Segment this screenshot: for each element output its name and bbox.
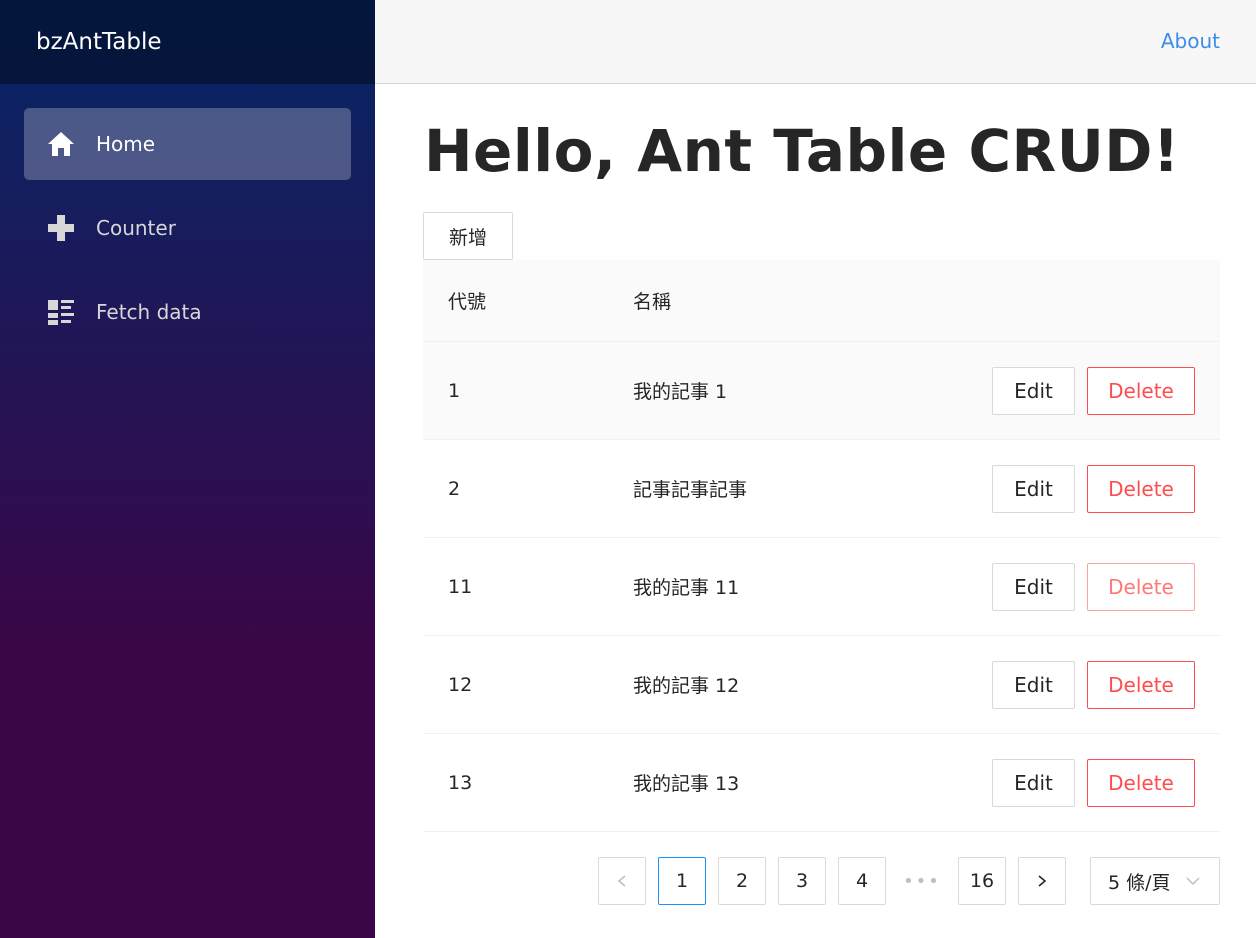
edit-button[interactable]: Edit [992, 366, 1075, 415]
page-button[interactable]: 2 [718, 857, 766, 905]
sidebar: bzAntTable Home Counter Fetch data [0, 0, 375, 938]
brand-title[interactable]: bzAntTable [36, 29, 161, 55]
data-table: 代號 名稱 1 我的記事 1 Edit Delete 2 記事記事記事 Edit… [423, 260, 1220, 832]
next-page-button[interactable] [1018, 857, 1066, 905]
cell-id: 2 [448, 477, 461, 500]
page-button[interactable]: 4 [838, 857, 886, 905]
cell-name: 我的記事 1 [633, 381, 728, 403]
delete-button[interactable]: Delete [1087, 660, 1195, 709]
edit-button[interactable]: Edit [992, 464, 1075, 513]
sidebar-item-fetch-data[interactable]: Fetch data [24, 276, 351, 348]
sidebar-item-label: Home [96, 132, 156, 156]
table-row: 2 記事記事記事 Edit Delete [423, 440, 1220, 538]
page-button[interactable]: 16 [958, 857, 1006, 905]
pagination: 1 2 3 4 ••• 16 5 條/頁 [598, 857, 1220, 905]
table-row: 13 我的記事 13 Edit Delete [423, 734, 1220, 832]
page-ellipsis[interactable]: ••• [898, 857, 946, 905]
column-header-name: 名稱 [633, 291, 672, 313]
cell-name: 我的記事 11 [633, 577, 740, 599]
top-bar: About [375, 0, 1256, 84]
cell-name: 我的記事 13 [633, 773, 740, 795]
page-size-select[interactable]: 5 條/頁 [1090, 857, 1220, 905]
sidebar-item-label: Fetch data [96, 300, 202, 324]
edit-button[interactable]: Edit [992, 758, 1075, 807]
page-button[interactable]: 1 [658, 857, 706, 905]
sidebar-item-home[interactable]: Home [24, 108, 351, 180]
delete-button[interactable]: Delete [1087, 562, 1195, 611]
about-link[interactable]: About [1161, 29, 1220, 53]
cell-id: 11 [448, 575, 473, 598]
chevron-right-icon [1038, 875, 1047, 887]
prev-page-button[interactable] [598, 857, 646, 905]
sidebar-item-label: Counter [96, 216, 176, 240]
main-content: Hello, Ant Table CRUD! 新增 代號 名稱 1 我的記事 1… [375, 84, 1256, 938]
cell-name: 記事記事記事 [633, 479, 748, 501]
brand-bar: bzAntTable [0, 0, 375, 84]
chevron-down-icon [1186, 877, 1200, 886]
chevron-left-icon [617, 875, 626, 887]
column-header-id: 代號 [448, 291, 487, 313]
table-row: 12 我的記事 12 Edit Delete [423, 636, 1220, 734]
cell-id: 13 [448, 771, 473, 794]
table-row: 1 我的記事 1 Edit Delete [423, 342, 1220, 440]
home-icon [46, 129, 76, 159]
page-button[interactable]: 3 [778, 857, 826, 905]
edit-button[interactable]: Edit [992, 660, 1075, 709]
sidebar-item-counter[interactable]: Counter [24, 192, 351, 264]
page-title: Hello, Ant Table CRUD! [424, 117, 1180, 185]
table-header: 代號 名稱 [423, 260, 1220, 342]
delete-button[interactable]: Delete [1087, 758, 1195, 807]
nav-menu: Home Counter Fetch data [0, 84, 375, 348]
plus-icon [46, 213, 76, 243]
delete-button[interactable]: Delete [1087, 366, 1195, 415]
table-row: 11 我的記事 11 Edit Delete [423, 538, 1220, 636]
cell-id: 1 [448, 379, 461, 402]
list-icon [46, 297, 76, 327]
cell-name: 我的記事 12 [633, 675, 740, 697]
delete-button[interactable]: Delete [1087, 464, 1195, 513]
add-button[interactable]: 新增 [423, 212, 513, 260]
page-size-value: 5 條/頁 [1108, 871, 1171, 894]
edit-button[interactable]: Edit [992, 562, 1075, 611]
cell-id: 12 [448, 673, 473, 696]
